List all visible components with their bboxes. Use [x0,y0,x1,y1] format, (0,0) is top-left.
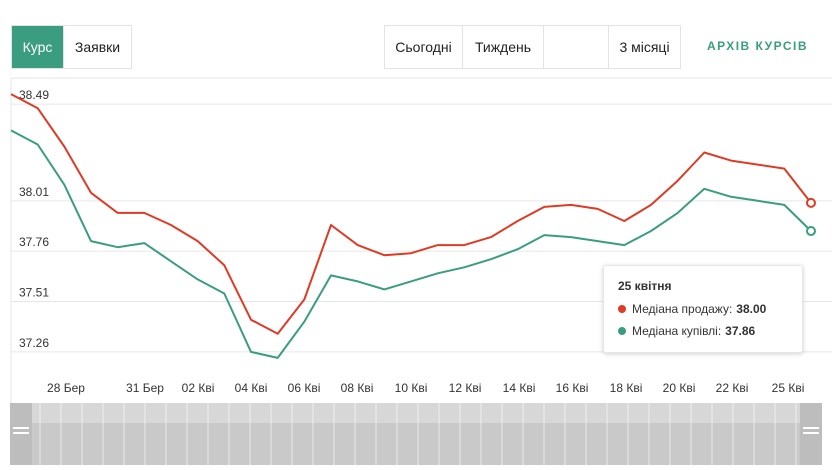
x-tick-label: 04 Кві [235,381,268,395]
chart-points [806,197,816,237]
y-tick-label: 37.51 [19,286,49,300]
buy-dot-icon [618,327,626,335]
x-tick-label: 22 Кві [716,381,749,395]
x-tick-label: 18 Кві [610,381,643,395]
tooltip-sell-value: 38.00 [736,302,767,316]
x-tick-label: 28 Бер [47,381,85,395]
x-axis-ticks: 28 Бер 31 Бер 02 Кві 04 Кві 06 Кві 08 Кві 10 К… [47,381,804,395]
x-tick-label: 02 Кві [182,381,215,395]
chart-grid [10,77,832,403]
x-tick-label: 20 Кві [663,381,696,395]
tooltip-buy-value: 37.86 [725,324,756,338]
navigator-left-handle[interactable] [10,403,32,465]
chart-tooltip: 25 квітня Медіана продажу: 38.00 Медіана… [603,265,803,353]
x-tick-label: 25 Кві [772,381,805,395]
x-tick-label: 31 Бер [126,381,164,395]
navigator-top-band [10,403,822,423]
x-tick-label: 10 Кві [395,381,428,395]
x-tick-label: 16 Кві [556,381,589,395]
navigator-right-handle[interactable] [800,403,822,465]
y-tick-label: 37.26 [19,336,49,350]
y-tick-label: 37.76 [19,235,49,249]
sell-dot-icon [618,305,626,313]
tooltip-row-sell: Медіана продажу: 38.00 [618,302,766,316]
x-tick-label: 12 Кві [449,381,482,395]
y-axis-ticks: 38.4938.0137.7637.5137.26 [19,88,49,350]
range-navigator[interactable] [10,403,822,465]
hover-point-sell [806,197,816,208]
tooltip-buy-label: Медіана купівлі: [632,324,722,338]
x-tick-label: 14 Кві [503,381,536,395]
tooltip-sell-label: Медіана продажу: [632,302,733,316]
x-tick-label: 08 Кві [341,381,374,395]
navigator-bottom-band [10,423,822,465]
tooltip-row-buy: Медіана купівлі: 37.86 [618,324,755,338]
y-tick-label: 38.01 [19,185,49,199]
tooltip-title: 25 квітня [618,279,672,293]
x-tick-label: 06 Кві [288,381,321,395]
hover-point-buy [806,226,816,237]
